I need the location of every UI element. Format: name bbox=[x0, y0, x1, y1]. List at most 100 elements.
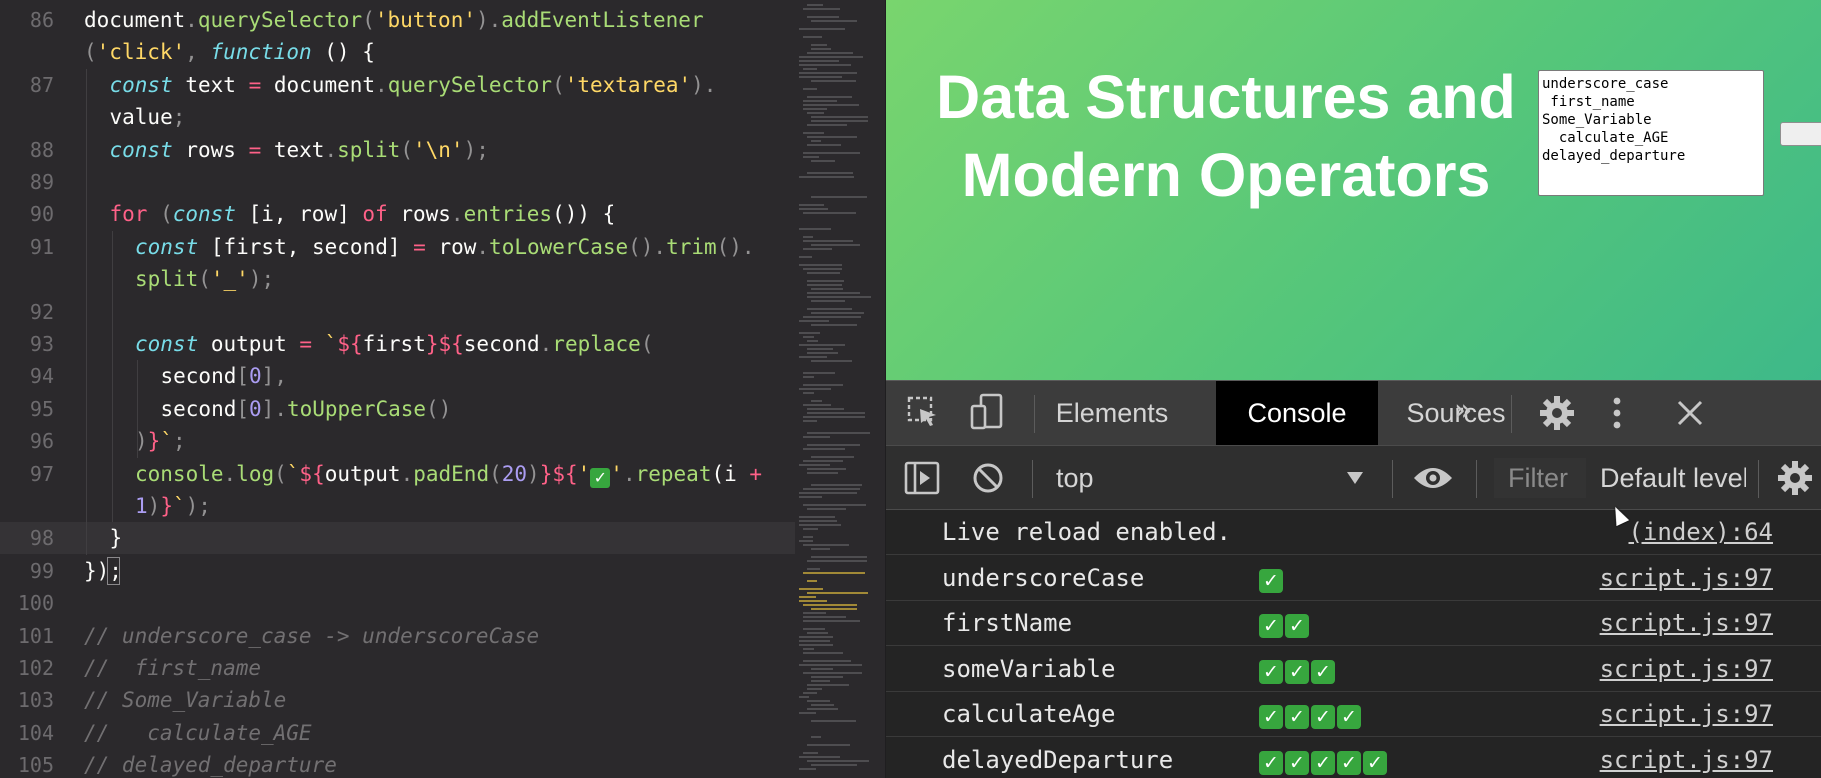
code-line[interactable]: 100 bbox=[0, 587, 795, 619]
code-line[interactable]: 88 const rows = text.split('\n'); bbox=[0, 134, 795, 166]
code-token: // underscore_case -> underscoreCase bbox=[84, 623, 540, 648]
source-link[interactable]: script.js:97 bbox=[1600, 556, 1773, 600]
minimap-line bbox=[811, 548, 830, 550]
code-token: . bbox=[185, 8, 198, 32]
tab-elements[interactable]: Elements bbox=[1046, 381, 1178, 445]
console-settings-gear-icon[interactable] bbox=[1776, 459, 1814, 497]
log-level-select[interactable]: Default levels bbox=[1600, 446, 1746, 510]
code-editor[interactable]: 86 document.querySelector('button').addEv… bbox=[0, 0, 795, 778]
code-token: replace bbox=[552, 332, 641, 356]
code-line[interactable]: 92 bbox=[0, 296, 795, 328]
editor-minimap[interactable] bbox=[795, 0, 885, 778]
minimap-line bbox=[803, 604, 857, 606]
code-line[interactable]: 96)}`; bbox=[0, 425, 795, 457]
minimap-line bbox=[799, 60, 839, 62]
code-line[interactable]: split('_'); bbox=[0, 263, 795, 295]
minimap-line bbox=[803, 544, 849, 546]
context-selector[interactable]: top bbox=[1056, 446, 1094, 510]
minimap-line bbox=[811, 244, 860, 246]
code-line[interactable]: 91 const [first, second] = row.toLowerCas… bbox=[0, 231, 795, 263]
code-token: ' bbox=[610, 461, 623, 486]
code-token: document bbox=[84, 8, 186, 32]
kebab-menu-icon[interactable] bbox=[1611, 395, 1623, 431]
code-line[interactable]: 89 bbox=[0, 166, 795, 198]
inspect-element-icon[interactable] bbox=[906, 395, 940, 429]
console-message-row: calculateAge ✓ ✓ ✓ ✓ script.js:97 bbox=[886, 692, 1821, 737]
code-line[interactable]: 97 console.log(`${output.padEnd(20)}${' ✓ '… bbox=[0, 458, 795, 490]
code-text: second[0].toUpperCase() bbox=[161, 393, 452, 425]
minimap-line bbox=[811, 556, 867, 558]
minimap-line bbox=[803, 488, 860, 490]
code-token: const bbox=[135, 234, 199, 259]
code-line[interactable]: 86 document.querySelector('button').addEv… bbox=[0, 4, 795, 36]
clear-console-icon[interactable] bbox=[971, 461, 1005, 495]
page-button[interactable] bbox=[1780, 122, 1821, 146]
filter-input[interactable]: Filter bbox=[1494, 458, 1586, 498]
code-token: . bbox=[400, 461, 414, 486]
check-mark-icon: ✓ bbox=[1259, 705, 1283, 729]
code-token: trim bbox=[666, 234, 717, 259]
console-message-row: firstName ✓ ✓ script.js:97 bbox=[886, 601, 1821, 646]
minimap-line bbox=[811, 196, 867, 198]
code-line[interactable]: value; bbox=[0, 101, 795, 133]
code-line[interactable]: 93 const output = `${first}${second.repla… bbox=[0, 328, 795, 360]
console-sidebar-icon[interactable] bbox=[904, 460, 940, 496]
close-icon[interactable] bbox=[1674, 397, 1706, 429]
source-link[interactable]: script.js:97 bbox=[1600, 601, 1773, 645]
check-marks: ✓ ✓ ✓ bbox=[1259, 647, 1337, 691]
live-expression-icon[interactable] bbox=[1412, 464, 1454, 492]
indent-guide bbox=[137, 360, 138, 458]
tab-console[interactable]: Console bbox=[1216, 381, 1378, 445]
minimap-line bbox=[803, 88, 817, 90]
code-line[interactable]: 101 // underscore_case -> underscoreCase bbox=[0, 620, 795, 652]
minimap-line bbox=[803, 652, 843, 654]
source-link[interactable]: (index):64 bbox=[1629, 510, 1774, 554]
code-token: ` bbox=[172, 494, 186, 518]
chevron-down-icon[interactable] bbox=[1346, 470, 1364, 484]
minimap-line bbox=[811, 80, 856, 82]
code-token: = bbox=[248, 137, 262, 162]
toolbar-divider bbox=[1034, 395, 1035, 433]
code-line[interactable]: 103 // Some_Variable bbox=[0, 684, 795, 716]
minimap-line bbox=[811, 764, 857, 766]
code-token: 0 bbox=[249, 364, 262, 389]
code-line[interactable]: 94 second[0], bbox=[0, 360, 795, 392]
code-token: ` bbox=[312, 332, 338, 356]
code-text: )}`; bbox=[135, 425, 186, 457]
minimap-line bbox=[803, 248, 832, 250]
code-line[interactable]: 104 // calculate_AGE bbox=[0, 717, 795, 749]
code-line[interactable]: 90 for (const [i, row] of rows.entries())… bbox=[0, 198, 795, 230]
source-link[interactable]: script.js:97 bbox=[1600, 738, 1773, 778]
code-token: addEventListener bbox=[501, 8, 704, 32]
code-token: ( bbox=[362, 8, 375, 32]
code-line[interactable]: 95 second[0].toUpperCase() bbox=[0, 393, 795, 425]
code-line[interactable]: 87 const text = document.querySelector('t… bbox=[0, 69, 795, 101]
code-token: (). bbox=[716, 234, 755, 259]
minimap-line bbox=[803, 752, 818, 754]
source-link[interactable]: script.js:97 bbox=[1600, 692, 1773, 736]
source-link[interactable]: script.js:97 bbox=[1600, 647, 1773, 691]
device-toolbar-icon[interactable] bbox=[970, 393, 1006, 431]
check-mark-icon: ✓ bbox=[1259, 568, 1283, 593]
console-message-text: delayedDeparture bbox=[942, 745, 1174, 774]
minimap-line bbox=[807, 112, 824, 114]
code-text: const output = `${first}${second.replace… bbox=[135, 328, 653, 360]
line-number: 100 bbox=[17, 591, 54, 616]
gear-icon[interactable] bbox=[1538, 394, 1576, 432]
code-line[interactable]: 105 // delayed_departure bbox=[0, 749, 795, 778]
code-line[interactable]: 102 // first_name bbox=[0, 652, 795, 684]
minimap-line bbox=[799, 64, 851, 66]
minimap-line bbox=[807, 96, 852, 98]
minimap-line bbox=[807, 144, 841, 146]
code-token: ; bbox=[172, 429, 186, 454]
code-line[interactable]: 98} bbox=[0, 522, 795, 555]
minimap-line bbox=[803, 212, 856, 214]
minimap-line bbox=[807, 760, 869, 762]
code-line[interactable]: 1)}`); bbox=[0, 490, 795, 522]
page-textarea[interactable]: underscore_case first_name Some_Variable… bbox=[1538, 70, 1764, 196]
check-mark-icon: ✓ bbox=[1311, 659, 1335, 684]
minimap-line bbox=[803, 420, 817, 422]
more-tabs-icon[interactable]: » bbox=[1454, 391, 1472, 431]
code-line[interactable]: ('click', function () { bbox=[0, 36, 795, 68]
minimap-line bbox=[799, 640, 830, 642]
